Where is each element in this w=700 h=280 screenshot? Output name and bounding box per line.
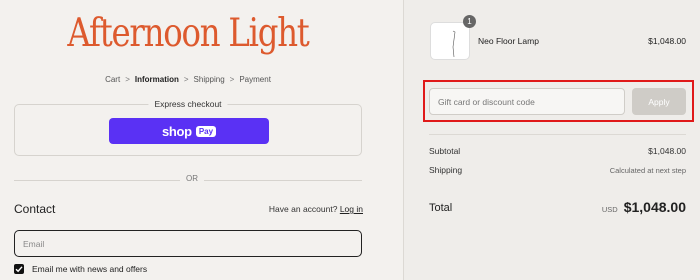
total-value: $1,048.00 <box>623 199 686 215</box>
apply-discount-button[interactable]: Apply <box>632 88 686 115</box>
product-thumbnail <box>430 22 470 60</box>
total-currency: USD <box>601 205 618 214</box>
newsletter-label: Email me with news and offers <box>32 264 148 274</box>
newsletter-option[interactable]: Email me with news and offers <box>14 264 147 274</box>
breadcrumb: Cart > Information > Shipping > Payment <box>0 75 376 84</box>
breadcrumb-payment: Payment <box>239 75 271 84</box>
shop-pay-button[interactable]: shop Pay <box>109 118 269 144</box>
newsletter-checkbox[interactable] <box>14 264 24 274</box>
login-link[interactable]: Log in <box>340 204 363 214</box>
quantity-badge: 1 <box>463 15 476 28</box>
contact-heading: Contact <box>14 202 56 216</box>
email-field[interactable] <box>14 230 362 257</box>
or-divider-label: OR <box>180 174 204 183</box>
checkout-main-panel: Afternoon Light Cart > Information > Shippin… <box>0 0 403 280</box>
breadcrumb-shipping: Shipping <box>193 75 225 84</box>
checkmark-icon <box>15 266 23 273</box>
subtotal-label: Subtotal <box>429 146 461 156</box>
chevron-right-icon: > <box>229 75 235 84</box>
shop-pay-badge: Pay <box>195 125 217 137</box>
product-price: $1,048.00 <box>648 36 686 46</box>
floor-lamp-image <box>452 30 456 58</box>
account-prompt: Have an account? Log in <box>269 204 363 214</box>
express-checkout-title: Express checkout <box>148 99 228 109</box>
account-prompt-text: Have an account? <box>268 204 338 214</box>
subtotal-value: $1,048.00 <box>648 146 686 156</box>
chevron-right-icon: > <box>125 75 130 84</box>
shipping-value: Calculated at next step <box>609 166 686 175</box>
breadcrumb-cart[interactable]: Cart <box>105 75 120 84</box>
shop-pay-label: shop <box>161 123 192 139</box>
express-checkout-box: Express checkout shop Pay <box>14 99 362 156</box>
discount-code-input[interactable] <box>429 88 625 115</box>
breadcrumb-information: Information <box>134 75 179 84</box>
total-amount: USD $1,048.00 <box>602 199 686 215</box>
shipping-label: Shipping <box>429 165 463 175</box>
total-label: Total <box>429 202 453 214</box>
chevron-right-icon: > <box>183 75 189 84</box>
product-name: Neo Floor Lamp <box>478 36 539 46</box>
summary-divider <box>429 134 686 135</box>
brand-logo[interactable]: Afternoon Light <box>32 6 344 62</box>
